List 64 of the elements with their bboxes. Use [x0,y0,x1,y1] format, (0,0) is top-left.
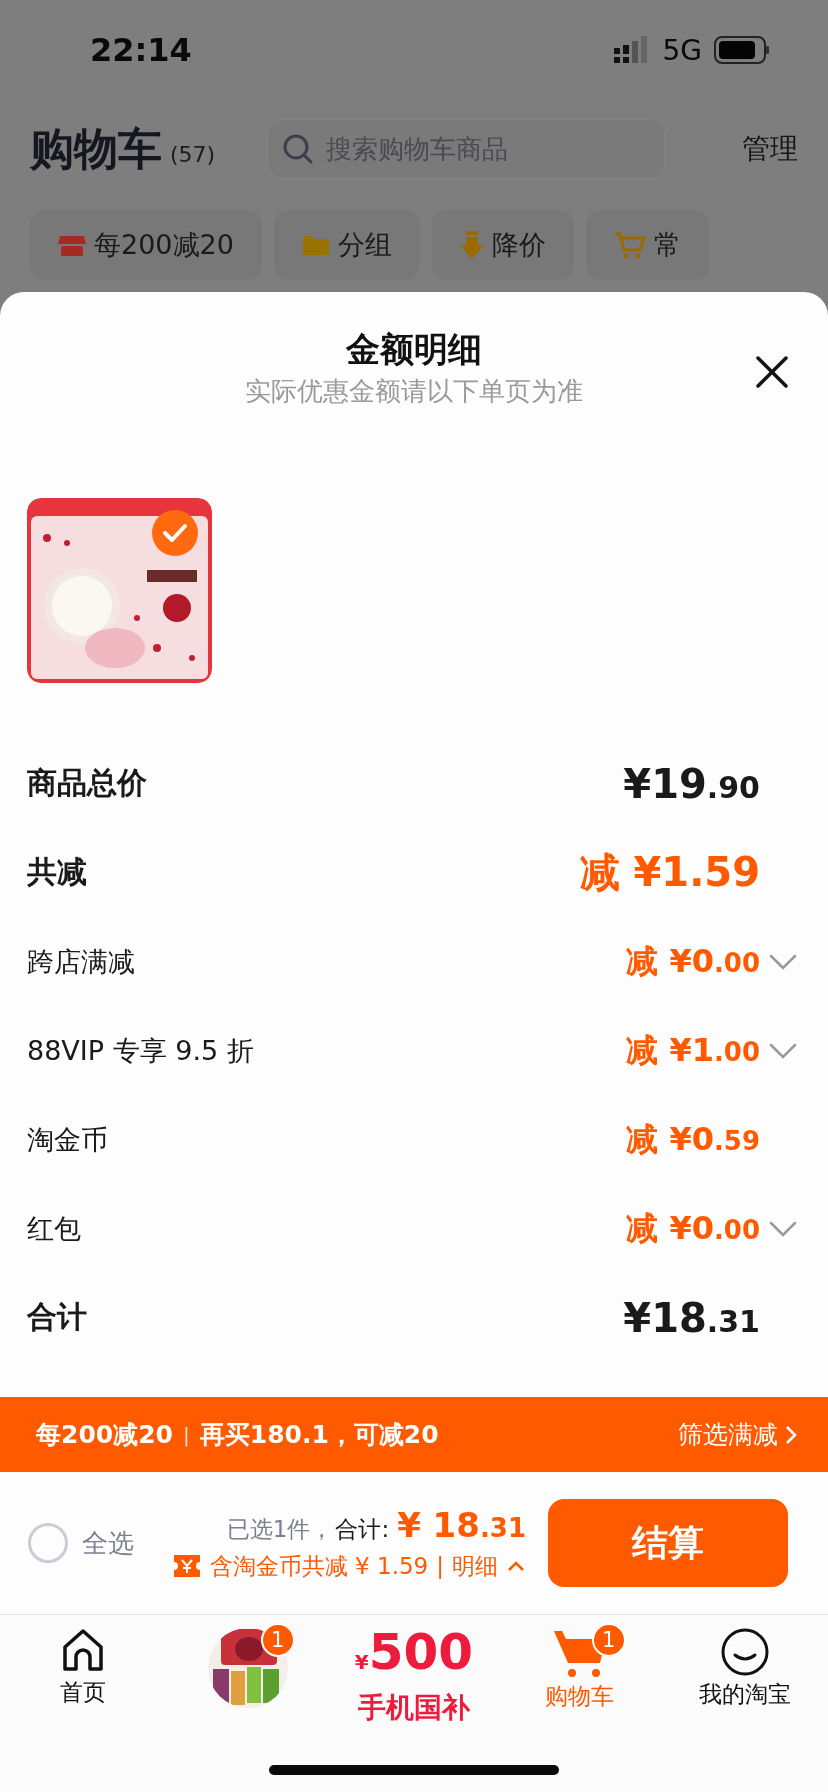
savings-text: 含淘金币共减 ¥ 1.59 [209,1551,429,1581]
details-link[interactable]: 明细 [452,1550,498,1582]
count-badge: 1 [591,1623,626,1657]
tab-item[interactable]: ¥500 手机国补 [331,1627,497,1727]
row-amount: 减 ¥0.59 [626,1118,760,1160]
chip-label: 每200减20 [94,228,234,262]
promo-label: 手机国补 [358,1690,470,1726]
chevron-down-icon[interactable] [768,1041,798,1060]
filter-chip[interactable]: 分组 [273,210,420,280]
row-label: 合计 [27,1298,87,1336]
chevron-up-icon[interactable] [506,1559,526,1573]
manage-link[interactable]: 管理 [742,130,798,168]
promo-hint: 再买180.1，可减20 [199,1419,439,1451]
count-badge: 1 [260,1623,295,1657]
network-label: 5G [662,33,702,67]
total-label: 合计: [335,1514,390,1544]
row-label: 淘金币 [27,1122,108,1157]
chevron-right-icon [784,1423,798,1446]
cart-icon [613,230,646,260]
row-amount: 减 ¥0.00 [626,940,760,982]
sheet-subtitle: 实际优惠金额请以下单页为准 [245,375,583,408]
row-amount: ¥18.31 [623,1294,760,1341]
status-time: 22:14 [90,31,192,69]
select-all-checkbox[interactable] [28,1523,68,1563]
promo-amount: ¥500 [354,1627,474,1683]
row-label: 共减 [27,853,87,891]
chip-label: 降价 [491,228,546,262]
row-amount: 减 ¥1.00 [626,1029,760,1071]
row-amount: ¥19.90 [623,760,760,807]
filter-chip[interactable]: 降价 [431,210,574,280]
sheet-title: 金额明细 [346,328,482,371]
battery-icon [714,36,770,64]
savings-divider: | [436,1553,444,1579]
tab-label: 购物车 [545,1682,615,1711]
tab-label: 首页 [59,1678,106,1707]
tab-item[interactable]: 首页 [0,1627,166,1727]
folder-icon [301,233,330,257]
promo-deal: 每200减20 [36,1419,173,1451]
row-label: 商品总价 [27,764,147,802]
promo-divider: | [183,1422,190,1447]
row-label: 跨店满减 [27,944,135,979]
cart-count: (57) [170,141,216,167]
row-amount: 减 ¥1.59 [579,848,760,897]
chevron-down-icon[interactable] [768,1219,798,1238]
chevron-down-icon[interactable] [768,952,798,971]
row-label: 红包 [27,1211,81,1246]
check-icon[interactable] [152,510,198,556]
filter-link[interactable]: 筛选满减 [678,1418,798,1451]
chip-label: 分组 [337,228,392,262]
row-amount: 减 ¥0.00 [626,1207,760,1249]
total-amount: ¥ 18.31 [397,1504,526,1545]
filter-chip[interactable]: 每200减20 [30,210,262,280]
filter-chip[interactable]: 常 [585,210,709,280]
coupon-icon [171,1553,202,1579]
page-title: 购物车 [30,121,162,176]
tab-item[interactable]: 我的淘宝 [662,1627,828,1727]
arrow-down-icon [459,231,484,259]
selected-count: 已选1件， [226,1514,334,1544]
smiley-icon [720,1627,771,1677]
checkout-button[interactable]: 结算 [548,1499,788,1587]
select-all-label: 全选 [82,1526,134,1560]
tab-label: 我的淘宝 [699,1680,792,1709]
row-label: 88VIP 专享 9.5 折 [27,1033,254,1068]
chip-label: 常 [653,228,681,262]
